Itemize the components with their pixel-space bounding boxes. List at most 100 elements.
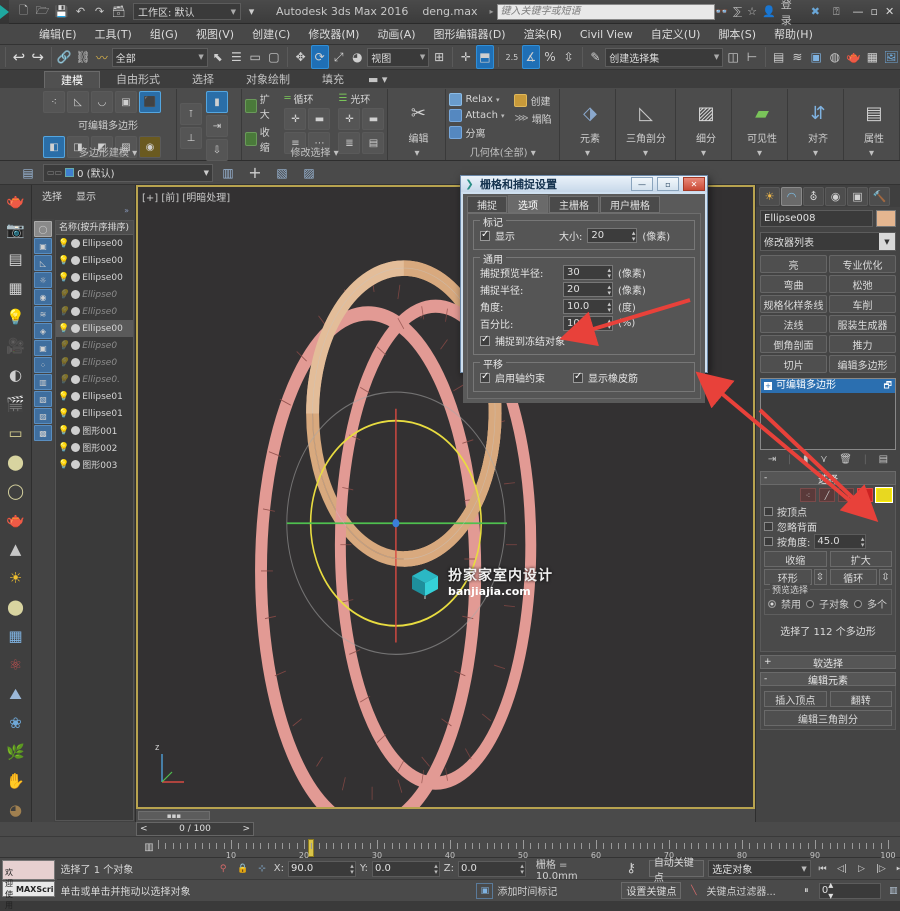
relax-button[interactable]: Relax ▾: [449, 93, 504, 106]
by-angle-checkbox[interactable]: [764, 537, 773, 546]
object-toggle-icon[interactable]: [71, 460, 81, 469]
material-editor-icon[interactable]: ◍: [826, 45, 844, 69]
object-color-swatch[interactable]: [876, 210, 896, 227]
menu-item-5[interactable]: 修改器(M): [299, 24, 368, 45]
snap-25-icon[interactable]: 2.5: [503, 45, 521, 69]
ignore-backfacing-row[interactable]: 忽略背面: [764, 519, 892, 534]
pin-stack-icon[interactable]: ⇥: [768, 454, 776, 465]
setting-spinner[interactable]: 10.0 ▴ ▾: [563, 299, 613, 314]
select-by-name-icon[interactable]: ☰: [228, 45, 246, 69]
ring-grow-icon[interactable]: ✛: [338, 108, 361, 130]
flower-icon[interactable]: ❀: [3, 711, 29, 735]
scene-list-item[interactable]: 💡 Ellipse00: [56, 320, 133, 337]
modifier-button[interactable]: 倒角剖面: [760, 335, 827, 353]
light-bulb-icon[interactable]: 💡: [58, 239, 69, 249]
render-icon[interactable]: 🎬: [3, 392, 29, 416]
align-icon[interactable]: ⊢: [743, 45, 761, 69]
maxscript-input-pane[interactable]: 欢迎使用 MAXScri: [2, 868, 55, 910]
modifier-stack-item[interactable]: + 可编辑多边形 🗗: [761, 379, 895, 393]
dialog-tab-snaps[interactable]: 捕捉: [467, 196, 507, 213]
grass-icon[interactable]: 🌿: [3, 740, 29, 764]
object-toggle-icon[interactable]: [71, 273, 81, 282]
login-label[interactable]: 登录: [781, 0, 792, 28]
maximize-button[interactable]: ▫: [871, 5, 878, 18]
viewport-hscroll[interactable]: ▪▪▪: [136, 809, 755, 822]
render-production-icon[interactable]: 🖼: [882, 45, 900, 69]
scene-tab-select[interactable]: 选择: [42, 188, 62, 203]
edit-button[interactable]: ✂ 编辑: [391, 91, 445, 153]
key-toggle-icon[interactable]: ⚷: [623, 861, 638, 877]
ribbon-tab-freeform[interactable]: 自由形式: [100, 71, 176, 88]
modifier-button[interactable]: 亮: [760, 255, 827, 273]
triangulate-button[interactable]: ◺ 三角剖分: [619, 91, 673, 153]
chevron-down-icon[interactable]: ▾: [496, 96, 500, 104]
loop-spinner[interactable]: ⇳: [879, 569, 892, 585]
snap-to-frozen-checkbox[interactable]: [480, 334, 490, 346]
edit-group-caret[interactable]: ▾: [388, 148, 445, 159]
edge-icon[interactable]: ◺: [67, 91, 89, 113]
close-button[interactable]: ✕: [885, 5, 894, 18]
constraints-icon[interactable]: ⊥: [180, 127, 202, 149]
ribbon-tab-populate[interactable]: 填充: [306, 71, 360, 88]
light-bulb-icon[interactable]: 💡: [58, 375, 69, 385]
object-name-field[interactable]: Ellipse008: [760, 210, 873, 227]
select-move-icon[interactable]: ✥: [292, 45, 310, 69]
object-toggle-icon[interactable]: [71, 409, 81, 418]
light-bulb-icon[interactable]: 💡: [58, 341, 69, 351]
scene-tab-display[interactable]: 显示: [76, 188, 96, 203]
spinner-arrows-icon[interactable]: ▴ ▾: [632, 229, 636, 242]
filter-containers-icon[interactable]: ▨: [34, 408, 52, 424]
ball-icon[interactable]: ◕: [3, 798, 29, 822]
new-icon[interactable]: 🗋: [15, 3, 32, 20]
filter-lights-icon[interactable]: ☼: [34, 272, 52, 288]
placement-icon[interactable]: ◕: [349, 45, 367, 69]
object-toggle-icon[interactable]: [71, 341, 81, 350]
schematic-view-icon[interactable]: ▣: [807, 45, 825, 69]
dialog-close-button[interactable]: ✕: [683, 177, 705, 191]
layer-manager-icon[interactable]: ▤: [770, 45, 788, 69]
selection-rollout-header[interactable]: - 选择: [760, 471, 896, 486]
attach-button[interactable]: Attach ▾: [449, 109, 504, 122]
open-icon[interactable]: 🗁: [34, 3, 51, 20]
spinner-snap-icon[interactable]: ⇳: [560, 45, 578, 69]
select-scale-icon[interactable]: ⤢: [330, 45, 348, 69]
visibility-button[interactable]: ▰ 可见性: [735, 91, 789, 153]
light-bulb-icon[interactable]: 💡: [58, 443, 69, 453]
goto-end-icon[interactable]: ⏭: [893, 861, 900, 877]
select-and-manipulate-icon[interactable]: ✛: [457, 45, 475, 69]
scene-list-item[interactable]: 💡 Ellipse0: [56, 354, 133, 371]
soft-selection-header[interactable]: + 软选择: [760, 655, 896, 670]
scene-list-item[interactable]: 💡 图形002: [56, 439, 133, 456]
selection-filter-combo[interactable]: 全部 ▼: [111, 47, 208, 67]
unlink-icon[interactable]: ⛓: [74, 45, 92, 69]
auto-key-button[interactable]: 自动关键点: [648, 858, 705, 884]
scene-list-item[interactable]: 💡 Ellipse01: [56, 405, 133, 422]
flip-button[interactable]: 翻转: [829, 691, 892, 707]
light-bulb-icon[interactable]: 💡: [58, 290, 69, 300]
modifier-button[interactable]: 切片: [760, 355, 827, 373]
set-layer-icon[interactable]: ▨: [297, 161, 321, 185]
current-frame-input[interactable]: 0 ▴ ▾: [818, 880, 881, 902]
loop-button[interactable]: 循环: [829, 569, 877, 585]
marker-display-checkbox[interactable]: [480, 229, 490, 241]
filter-helpers-icon[interactable]: ≋: [34, 306, 52, 322]
grid-icon[interactable]: ▦: [3, 276, 29, 300]
viewport-hscroll-thumb[interactable]: ▪▪▪: [138, 811, 210, 820]
light-icon[interactable]: 💡: [3, 305, 29, 329]
cone-icon[interactable]: ▲: [3, 537, 29, 561]
minimize-button[interactable]: —: [853, 5, 864, 18]
light-bulb-icon[interactable]: 💡: [58, 273, 69, 283]
workspace-selector[interactable]: 工作区: 默认 ▼: [133, 3, 241, 20]
sphere2-icon[interactable]: ◯: [3, 479, 29, 503]
chevron-down-icon[interactable]: ▼: [879, 233, 895, 250]
spinner-arrows-icon[interactable]: ▴ ▾: [607, 283, 611, 296]
properties-group-caret[interactable]: ▾: [844, 148, 899, 159]
key-filters-icon[interactable]: ╲: [685, 883, 702, 899]
modifier-button[interactable]: 弯曲: [760, 275, 827, 293]
preview-off-radio[interactable]: [768, 599, 776, 608]
triangulate-group-caret[interactable]: ▾: [616, 148, 675, 159]
display-tab[interactable]: ▣: [847, 186, 868, 206]
grid2-icon[interactable]: ▦: [3, 624, 29, 648]
render-frame-icon[interactable]: ▦: [864, 45, 882, 69]
ring-shrink-icon[interactable]: ▬: [362, 108, 385, 130]
